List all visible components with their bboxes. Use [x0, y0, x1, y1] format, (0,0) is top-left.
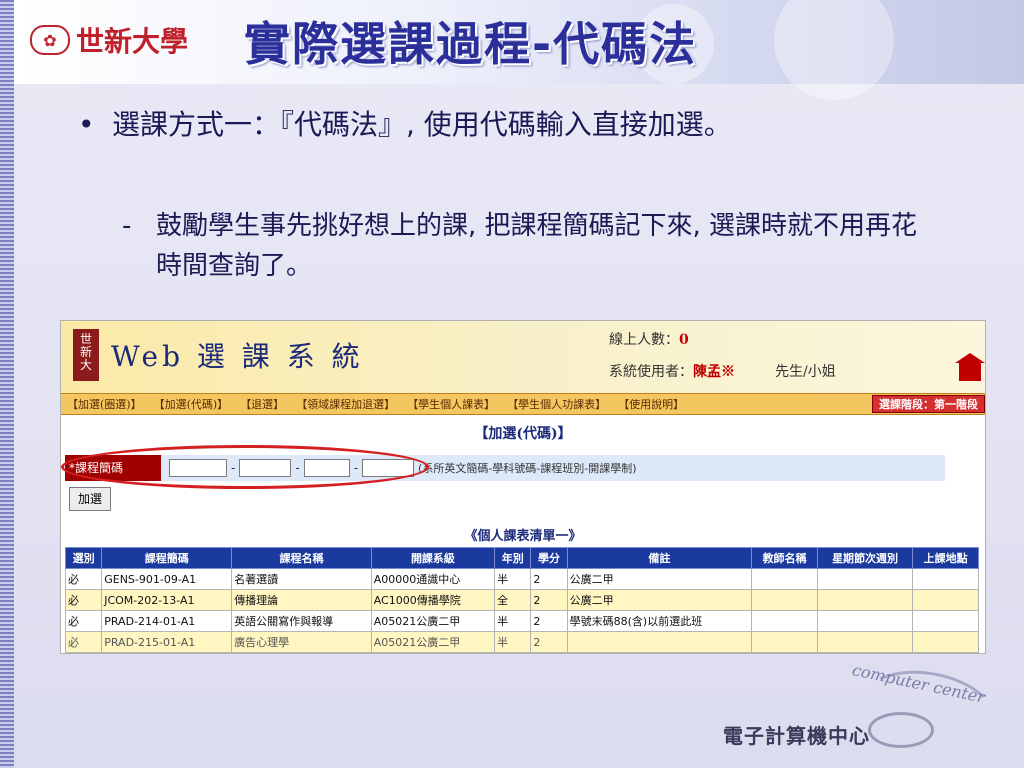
menu-personal-course-table[interactable]: 【學生個人功課表】: [501, 396, 612, 412]
sub-bullet-text: 鼓勵學生事先挑好想上的課, 把課程簡碼記下來, 選課時就不用再花時間查詢了。: [156, 211, 918, 281]
menu-drop[interactable]: 【退選】: [234, 396, 290, 412]
cell: PRAD-214-01-A1: [101, 610, 233, 632]
cell: 必: [64, 589, 103, 611]
cell: 公廣二甲: [566, 589, 753, 611]
bullet-dot-icon: •: [78, 108, 95, 141]
table-row[interactable]: 必 PRAD-215-01-A1 廣告心理學 A05021公廣二甲 半 2: [64, 631, 979, 653]
cell: [816, 568, 914, 590]
add-course-button[interactable]: 加選: [69, 487, 111, 511]
online-count-row: 線上人數：0: [609, 329, 689, 349]
system-title: Web 選 課 系 統: [111, 340, 364, 373]
cell: [912, 631, 979, 653]
online-label: 線上人數：: [609, 332, 679, 348]
bullet-text: 選課方式一：『代碼法』, 使用代碼輸入直接加選。: [112, 108, 732, 141]
cell: GENS-901-09-A1: [101, 568, 233, 590]
section-title: 【加選(代碼)】: [474, 426, 572, 442]
bullet-level-2: - 鼓勵學生事先挑好想上的課, 把課程簡碼記下來, 選課時就不用再花時間查詢了。: [122, 206, 922, 286]
table-row[interactable]: 必 GENS-901-09-A1 名著選讀 A00000通識中心 半 2 公廣二…: [64, 568, 979, 590]
cell: 英語公關寫作與報導: [231, 610, 372, 632]
cell: [912, 589, 979, 611]
cell: 廣告心理學: [231, 631, 372, 653]
col-type: 選別: [64, 547, 103, 569]
web-course-selection-screenshot: 世新大 Web 選 課 系 統 線上人數：0 系統使用者：陳孟※ 先生/小姐 【加…: [60, 320, 986, 654]
cell: 全: [494, 589, 532, 611]
cell: 必: [64, 631, 103, 653]
menu-personal-schedule[interactable]: 【學生個人課表】: [401, 396, 501, 412]
col-dept: 開課系級: [370, 547, 496, 569]
cell: 公廣二甲: [566, 568, 753, 590]
cell: [912, 610, 979, 632]
bullet-level-1: • 選課方式一：『代碼法』, 使用代碼輸入直接加選。: [78, 102, 918, 148]
cell: [751, 610, 818, 632]
col-year: 年別: [494, 547, 532, 569]
cell: [816, 631, 914, 653]
col-name: 課程名稱: [231, 547, 372, 569]
user-label: 系統使用者：: [609, 364, 693, 380]
university-logo: ✿ 世新大學: [30, 20, 188, 60]
cell: AC1000傳播學院: [370, 589, 496, 611]
slide-title: 實際選課過程-代碼法: [244, 17, 698, 71]
left-decorative-rail: [0, 0, 14, 768]
col-credits: 學分: [530, 547, 568, 569]
schedule-list-title: 《個人課表清單一》: [464, 529, 582, 544]
cell: 2: [530, 610, 568, 632]
code-format-hint: (系所英文簡碼-學科號碼-課程班別-開課學制): [418, 462, 637, 475]
cell: [912, 568, 979, 590]
menu-add-by-select[interactable]: 【加選(圈選)】: [61, 396, 148, 412]
table-row[interactable]: 必 PRAD-214-01-A1 英語公關寫作與報導 A05021公廣二甲 半 …: [64, 610, 979, 632]
salutation: 先生/小姐: [775, 364, 836, 380]
cell: A00000通識中心: [370, 568, 496, 590]
bullet-dash-icon: -: [122, 211, 132, 241]
current-user-row: 系統使用者：陳孟※ 先生/小姐: [609, 361, 836, 381]
cell: [816, 610, 914, 632]
cell: A05021公廣二甲: [370, 610, 496, 632]
cell: 半: [494, 610, 532, 632]
cell: 傳播理論: [231, 589, 372, 611]
cell: 名著選讀: [231, 568, 372, 590]
cell: A05021公廣二甲: [370, 631, 496, 653]
stage-badge: 選課階段：第一階段: [872, 395, 985, 413]
cell: 半: [494, 568, 532, 590]
col-location: 上課地點: [912, 547, 979, 569]
cell: 半: [494, 631, 532, 653]
menu-help[interactable]: 【使用說明】: [612, 396, 690, 412]
decor-circle: [774, 0, 894, 100]
menu-domain-course[interactable]: 【領域課程加退選】: [290, 396, 401, 412]
cell: [751, 631, 818, 653]
highlight-ellipse: [61, 445, 429, 489]
cell: [816, 589, 914, 611]
cell: PRAD-215-01-A1: [101, 631, 233, 653]
cell: 2: [530, 568, 568, 590]
university-name: 世新大學: [76, 25, 189, 58]
cell: [751, 589, 818, 611]
computer-center-logo: computer center 電子計算機中心: [716, 660, 1002, 762]
menu-add-by-code[interactable]: 【加選(代碼)】: [148, 396, 235, 412]
web-menu-bar: 【加選(圈選)】 【加選(代碼)】 【退選】 【領域課程加退選】 【學生個人課表…: [61, 393, 985, 415]
school-seal-icon: 世新大: [73, 329, 99, 381]
cell: 必: [64, 568, 103, 590]
cell: [751, 568, 818, 590]
computer-center-name: 電子計算機中心: [723, 724, 870, 748]
computer-center-emblem-icon: [868, 712, 934, 748]
col-note: 備註: [566, 547, 753, 569]
cell: 學號末碼88(含)以前選此班: [566, 610, 753, 632]
cell: [566, 631, 753, 653]
col-time: 星期節次週別: [816, 547, 914, 569]
table-header-row: 選別 課程簡碼 課程名稱 開課系級 年別 學分 備註 教師名稱 星期節次週別 上…: [64, 547, 979, 569]
col-code: 課程簡碼: [101, 547, 233, 569]
web-system-header: 世新大 Web 選 課 系 統 線上人數：0 系統使用者：陳孟※ 先生/小姐: [61, 321, 985, 393]
cell: 必: [64, 610, 103, 632]
university-emblem-icon: ✿: [30, 25, 70, 55]
user-name: 陳孟※: [693, 364, 735, 380]
online-count: 0: [679, 332, 689, 348]
cell: 2: [530, 631, 568, 653]
course-table: 選別 課程簡碼 課程名稱 開課系級 年別 學分 備註 教師名稱 星期節次週別 上…: [64, 547, 979, 653]
col-teacher: 教師名稱: [751, 547, 818, 569]
home-icon[interactable]: [955, 353, 985, 381]
cell: 2: [530, 589, 568, 611]
table-row[interactable]: 必 JCOM-202-13-A1 傳播理論 AC1000傳播學院 全 2 公廣二…: [64, 589, 979, 611]
cell: JCOM-202-13-A1: [101, 589, 233, 611]
